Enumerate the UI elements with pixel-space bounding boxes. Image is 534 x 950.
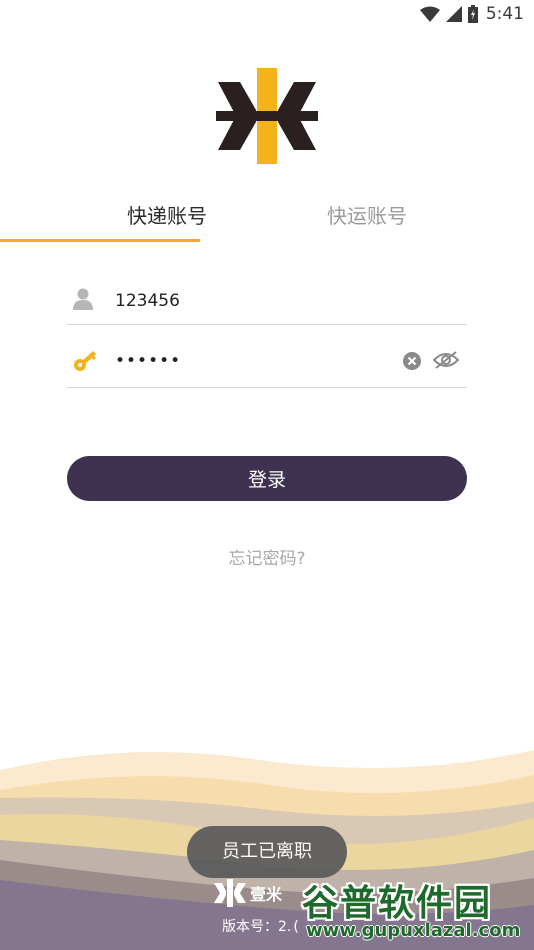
version-label: 版本号：2. xyxy=(222,919,292,935)
brand-logo-icon xyxy=(214,879,246,907)
tab-freight-account[interactable]: 快运账号 xyxy=(267,196,467,242)
status-bar: 5:41 xyxy=(0,0,534,28)
watermark-title: 谷普软件园 xyxy=(302,883,493,924)
active-tab-indicator xyxy=(0,239,200,242)
watermark: 谷普软件园 www.gupuxlazal.com xyxy=(296,868,534,950)
app-logo xyxy=(216,68,318,164)
footer-brand: 壹米 xyxy=(214,878,282,908)
eye-hidden-icon[interactable] xyxy=(433,350,459,370)
tab-express-account[interactable]: 快递账号 xyxy=(67,196,267,242)
account-type-tabs: 快递账号 快运账号 xyxy=(67,196,467,242)
password-input[interactable] xyxy=(113,346,397,376)
password-field xyxy=(67,330,467,388)
brand-name: 壹米 xyxy=(250,885,283,904)
username-input[interactable] xyxy=(113,286,457,316)
signal-icon xyxy=(445,6,462,22)
key-icon xyxy=(74,351,96,371)
status-time: 5:41 xyxy=(485,4,524,24)
status-icons: 5:41 xyxy=(419,3,524,25)
clear-icon[interactable] xyxy=(403,352,421,370)
username-field xyxy=(67,272,467,325)
watermark-url: www.gupuxlazal.com xyxy=(306,920,521,941)
user-icon xyxy=(73,288,93,310)
battery-icon xyxy=(467,5,478,23)
wifi-icon xyxy=(419,6,440,22)
forgot-password-link[interactable]: 忘记密码? xyxy=(0,544,534,569)
version-info: 版本号：2.( xyxy=(222,916,299,936)
login-button[interactable]: 登录 xyxy=(67,456,467,501)
